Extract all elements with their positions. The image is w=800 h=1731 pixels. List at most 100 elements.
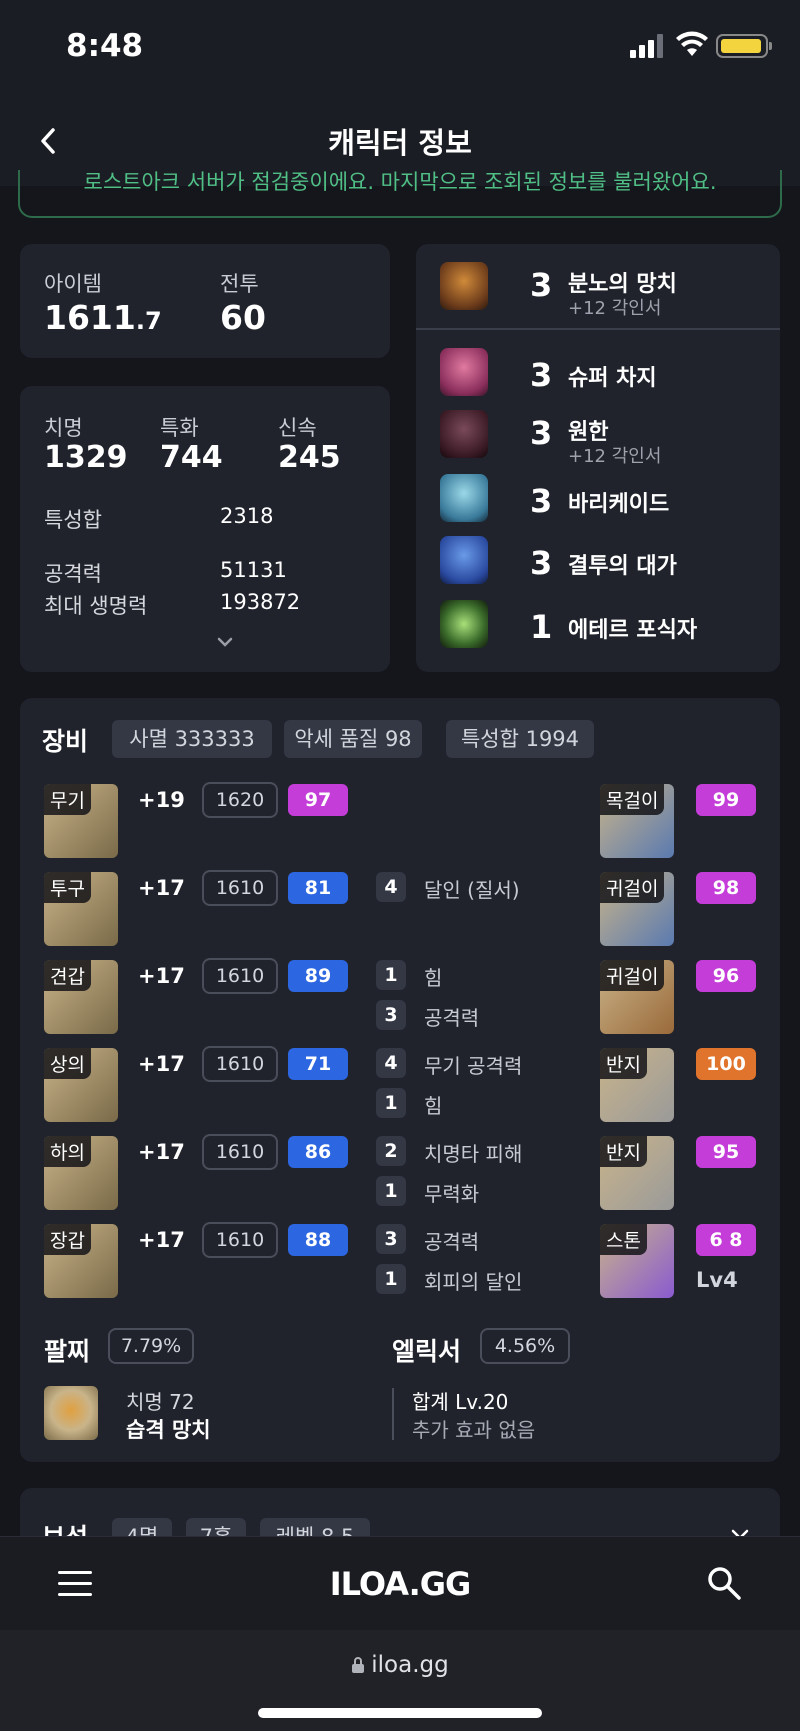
divider	[392, 1388, 394, 1440]
quality-badge: 98	[696, 872, 756, 904]
equipment-chip: 특성합 1994	[446, 720, 594, 758]
ether-icon	[440, 600, 488, 648]
quality-badge: 100	[696, 1048, 756, 1080]
quality-badge: 86	[288, 1136, 348, 1168]
battery-icon	[716, 34, 772, 58]
duel-icon	[440, 536, 488, 584]
ring-slot[interactable]: 반지	[600, 1048, 674, 1122]
honing-level: +19	[138, 788, 185, 812]
helmet-slot[interactable]: 투구	[44, 872, 118, 946]
engraving-row[interactable]: 3 슈퍼 차지	[440, 348, 770, 398]
level-card: 아이템 1611.7 전투 60	[20, 244, 390, 358]
slot-tag: 견갑	[44, 960, 91, 991]
item-level-badge: 1610	[202, 958, 278, 994]
page-title: 캐릭터 정보	[328, 126, 472, 160]
engraving-sub: +12 각인서	[568, 446, 662, 467]
engraving-row[interactable]: 3 바리케이드	[440, 474, 770, 524]
engraving-row[interactable]: 1 에테르 포식자	[440, 600, 770, 650]
ring-slot[interactable]: 반지	[600, 1136, 674, 1210]
hp-label: 최대 생명력	[44, 594, 148, 618]
slot-tag: 장갑	[44, 1224, 91, 1255]
browser-bar: iloa.gg	[0, 1630, 800, 1731]
quality-badge: 6 8	[696, 1224, 756, 1256]
bracelet-title: 팔찌	[44, 1337, 91, 1366]
home-indicator	[258, 1708, 542, 1718]
earring-slot[interactable]: 귀걸이	[600, 872, 674, 946]
elixir-line2: 추가 효과 없음	[412, 1418, 536, 1442]
url-text: iloa.gg	[371, 1652, 449, 1678]
bracelet-icon[interactable]	[44, 1386, 98, 1440]
slot-tag: 귀걸이	[600, 872, 665, 903]
pants-slot[interactable]: 하의	[44, 1136, 118, 1210]
item-level-label: 아이템	[44, 272, 102, 296]
elixir-percent: 4.56%	[480, 1328, 570, 1364]
bracelet-line2: 습격 망치	[126, 1418, 211, 1442]
quality-badge: 81	[288, 872, 348, 904]
weapon-slot[interactable]: 무기	[44, 784, 118, 858]
elixir-title: 엘릭서	[392, 1337, 462, 1366]
url-field[interactable]: iloa.gg	[0, 1652, 800, 1678]
attack-value: 51131	[220, 558, 287, 582]
gloves-slot[interactable]: 장갑	[44, 1224, 118, 1298]
slot-tag: 무기	[44, 784, 91, 815]
equipment-chip: 악세 품질 98	[284, 720, 422, 758]
honing-level: +17	[138, 1140, 185, 1164]
swift-value: 245	[278, 440, 341, 475]
equipment-card: 장비 사멸 333333 악세 품질 98 특성합 1994 무기 +19 16…	[20, 698, 780, 1462]
stone-level: Lv4	[696, 1268, 738, 1292]
slot-tag: 투구	[44, 872, 91, 903]
expand-stats-chevron-icon[interactable]	[216, 636, 234, 648]
stone-slot[interactable]: 스톤	[600, 1224, 674, 1298]
engraving-name: 슈퍼 차지	[568, 366, 657, 391]
earring-slot[interactable]: 귀걸이	[600, 960, 674, 1034]
site-logo[interactable]: ILOA.GG	[0, 1565, 800, 1603]
stat-total-value: 2318	[220, 504, 274, 528]
spec-label: 특화	[160, 416, 199, 440]
engraving-name: 결투의 대가	[568, 554, 677, 579]
hp-value: 193872	[220, 590, 301, 614]
engraving-level: 3	[530, 414, 553, 452]
shoulder-slot[interactable]: 견갑	[44, 960, 118, 1034]
bracelet-percent: 7.79%	[108, 1328, 194, 1364]
engraving-row[interactable]: 3 결투의 대가	[440, 536, 770, 586]
quality-badge: 89	[288, 960, 348, 992]
quality-badge: 95	[696, 1136, 756, 1168]
item-level-badge: 1610	[202, 1046, 278, 1082]
crit-label: 치명	[44, 416, 83, 440]
engraving-row[interactable]: 3 분노의 망치 +12 각인서	[440, 262, 770, 319]
notice-text: 로스트아크 서버가 점검중이에요. 마지막으로 조회된 정보를 불러왔어요.	[83, 170, 717, 194]
slot-tag: 스톤	[600, 1224, 647, 1255]
engraving-level: 1	[530, 608, 553, 646]
item-level-badge: 1610	[202, 1222, 278, 1258]
engraving-level: 3	[530, 544, 553, 582]
quality-badge: 96	[696, 960, 756, 992]
engraving-level: 3	[530, 266, 553, 304]
engraving-name: 에테르 포식자	[568, 618, 698, 643]
lock-icon	[352, 1657, 365, 1673]
engraving-row[interactable]: 3 원한 +12 각인서	[440, 410, 770, 467]
divider	[416, 328, 780, 330]
swift-label: 신속	[278, 416, 317, 440]
bracelet-line1: 치명 72	[126, 1390, 195, 1414]
item-level-badge: 1620	[202, 782, 278, 818]
honing-level: +17	[138, 1228, 185, 1252]
quality-badge: 97	[288, 784, 348, 816]
necklace-slot[interactable]: 목걸이	[600, 784, 674, 858]
grudge-icon	[440, 410, 488, 458]
honing-level: +17	[138, 1052, 185, 1076]
slot-tag: 목걸이	[600, 784, 665, 815]
honing-level: +17	[138, 964, 185, 988]
slot-tag: 반지	[600, 1136, 647, 1167]
item-level-badge: 1610	[202, 870, 278, 906]
engravings-card: 3 분노의 망치 +12 각인서 3 슈퍼 차지 3 원한 +12 각인서 3 …	[416, 244, 780, 672]
search-icon[interactable]	[706, 1565, 742, 1601]
stat-total-label: 특성합	[44, 508, 102, 532]
slot-tag: 반지	[600, 1048, 647, 1079]
chest-slot[interactable]: 상의	[44, 1048, 118, 1122]
battle-level-value: 60	[220, 298, 266, 337]
slot-tag: 상의	[44, 1048, 91, 1079]
elixir-line1: 합계 Lv.20	[412, 1390, 509, 1414]
engraving-sub: +12 각인서	[568, 298, 662, 319]
item-level-badge: 1610	[202, 1134, 278, 1170]
engraving-level: 3	[530, 356, 553, 394]
